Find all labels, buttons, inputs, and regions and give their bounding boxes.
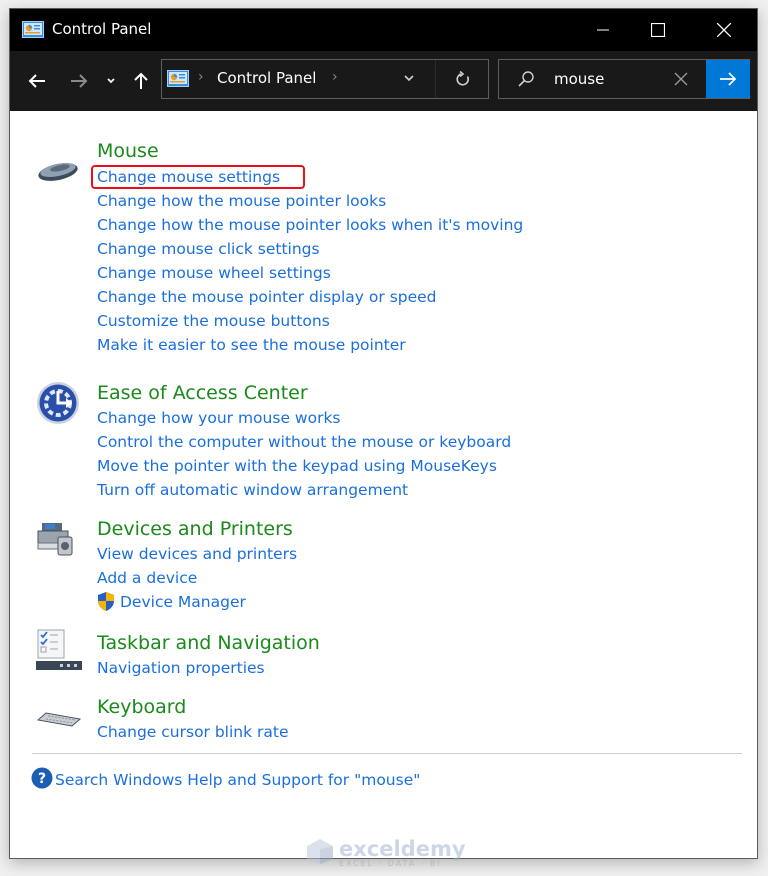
- taskbar-icon: [36, 629, 82, 675]
- breadcrumb-control-panel[interactable]: Control Panel: [217, 69, 316, 87]
- control-panel-icon: [22, 21, 44, 42]
- address-bar[interactable]: › Control Panel ›: [161, 59, 489, 99]
- mouse-icon: [36, 159, 80, 187]
- recent-locations-button[interactable]: [102, 69, 120, 93]
- breadcrumb-separator-icon[interactable]: ›: [198, 69, 204, 85]
- arrow-right-icon: [720, 72, 737, 86]
- link-how-mouse-works[interactable]: Change how your mouse works: [97, 407, 341, 429]
- devices-printers-icon: [36, 521, 76, 561]
- help-icon: ?: [31, 767, 53, 793]
- divider: [32, 753, 742, 754]
- arrow-up-icon: [134, 72, 148, 89]
- maximize-icon: [651, 23, 665, 37]
- highlight-box: [91, 165, 305, 189]
- refresh-icon: [456, 71, 469, 86]
- link-mousekeys[interactable]: Move the pointer with the keypad using M…: [97, 455, 497, 477]
- control-panel-icon: [167, 70, 189, 91]
- watermark-name: exceldemy: [339, 836, 466, 861]
- chevron-down-icon: [107, 78, 115, 84]
- link-navigation-properties[interactable]: Navigation properties: [97, 657, 265, 679]
- title-bar[interactable]: Control Panel: [10, 9, 757, 51]
- close-icon: [717, 23, 731, 37]
- section-title-keyboard[interactable]: Keyboard: [97, 695, 186, 719]
- link-pointer-display-speed[interactable]: Change the mouse pointer display or spee…: [97, 286, 437, 308]
- help-search-text[interactable]: Search Windows Help and Support for "mou…: [55, 771, 420, 789]
- minimize-icon: [597, 29, 609, 31]
- keyboard-icon: [36, 711, 82, 731]
- link-cursor-blink-rate[interactable]: Change cursor blink rate: [97, 721, 289, 743]
- search-box[interactable]: [498, 59, 750, 99]
- clear-search-button[interactable]: [674, 71, 688, 90]
- minimize-button[interactable]: [576, 9, 630, 51]
- section-title-ease-of-access[interactable]: Ease of Access Center: [97, 381, 308, 405]
- svg-text:?: ?: [38, 771, 46, 787]
- section-title-devices-printers[interactable]: Devices and Printers: [97, 517, 293, 541]
- window-title: Control Panel: [52, 20, 152, 38]
- watermark: exceldemy EXCEL · DATA · BI: [305, 837, 466, 869]
- link-pointer-looks-moving[interactable]: Change how the mouse pointer looks when …: [97, 214, 523, 236]
- arrow-left-icon: [28, 74, 45, 88]
- uac-shield-icon: [96, 591, 116, 616]
- link-click-settings[interactable]: Change mouse click settings: [97, 238, 320, 260]
- close-button[interactable]: [697, 9, 751, 51]
- search-icon: [517, 70, 535, 92]
- link-wheel-settings[interactable]: Change mouse wheel settings: [97, 262, 331, 284]
- link-pointer-looks[interactable]: Change how the mouse pointer looks: [97, 190, 386, 212]
- link-easier-see-pointer[interactable]: Make it easier to see the mouse pointer: [97, 334, 406, 356]
- up-button[interactable]: [128, 69, 154, 93]
- ease-of-access-icon: [36, 381, 80, 429]
- link-customize-buttons[interactable]: Customize the mouse buttons: [97, 310, 330, 332]
- section-title-mouse[interactable]: Mouse: [97, 139, 159, 163]
- maximize-button[interactable]: [631, 9, 685, 51]
- search-go-button[interactable]: [706, 60, 750, 98]
- breadcrumb-separator-icon[interactable]: ›: [332, 69, 338, 85]
- watermark-logo-icon: [305, 837, 335, 869]
- back-button[interactable]: [24, 69, 50, 93]
- close-icon: [674, 72, 688, 86]
- search-results: Mouse Change mouse settings Change how t…: [10, 111, 757, 868]
- link-control-without-mouse[interactable]: Control the computer without the mouse o…: [97, 431, 511, 453]
- section-title-taskbar-navigation[interactable]: Taskbar and Navigation: [97, 631, 320, 655]
- link-window-arrangement[interactable]: Turn off automatic window arrangement: [97, 479, 408, 501]
- address-dropdown-button[interactable]: [402, 70, 416, 89]
- chevron-down-icon: [404, 75, 414, 82]
- control-panel-window: Control Panel › Control Panel › mouse Mo…: [9, 8, 758, 868]
- navigation-bar: › Control Panel ›: [10, 51, 757, 111]
- refresh-button[interactable]: [435, 60, 490, 98]
- link-view-devices[interactable]: View devices and printers: [97, 543, 297, 565]
- link-add-device[interactable]: Add a device: [97, 567, 197, 589]
- help-search-link[interactable]: ? Search Windows Help and Support for "m…: [31, 767, 420, 793]
- link-device-manager[interactable]: Device Manager: [120, 591, 246, 613]
- forward-button[interactable]: [66, 69, 92, 93]
- arrow-right-icon: [71, 74, 88, 88]
